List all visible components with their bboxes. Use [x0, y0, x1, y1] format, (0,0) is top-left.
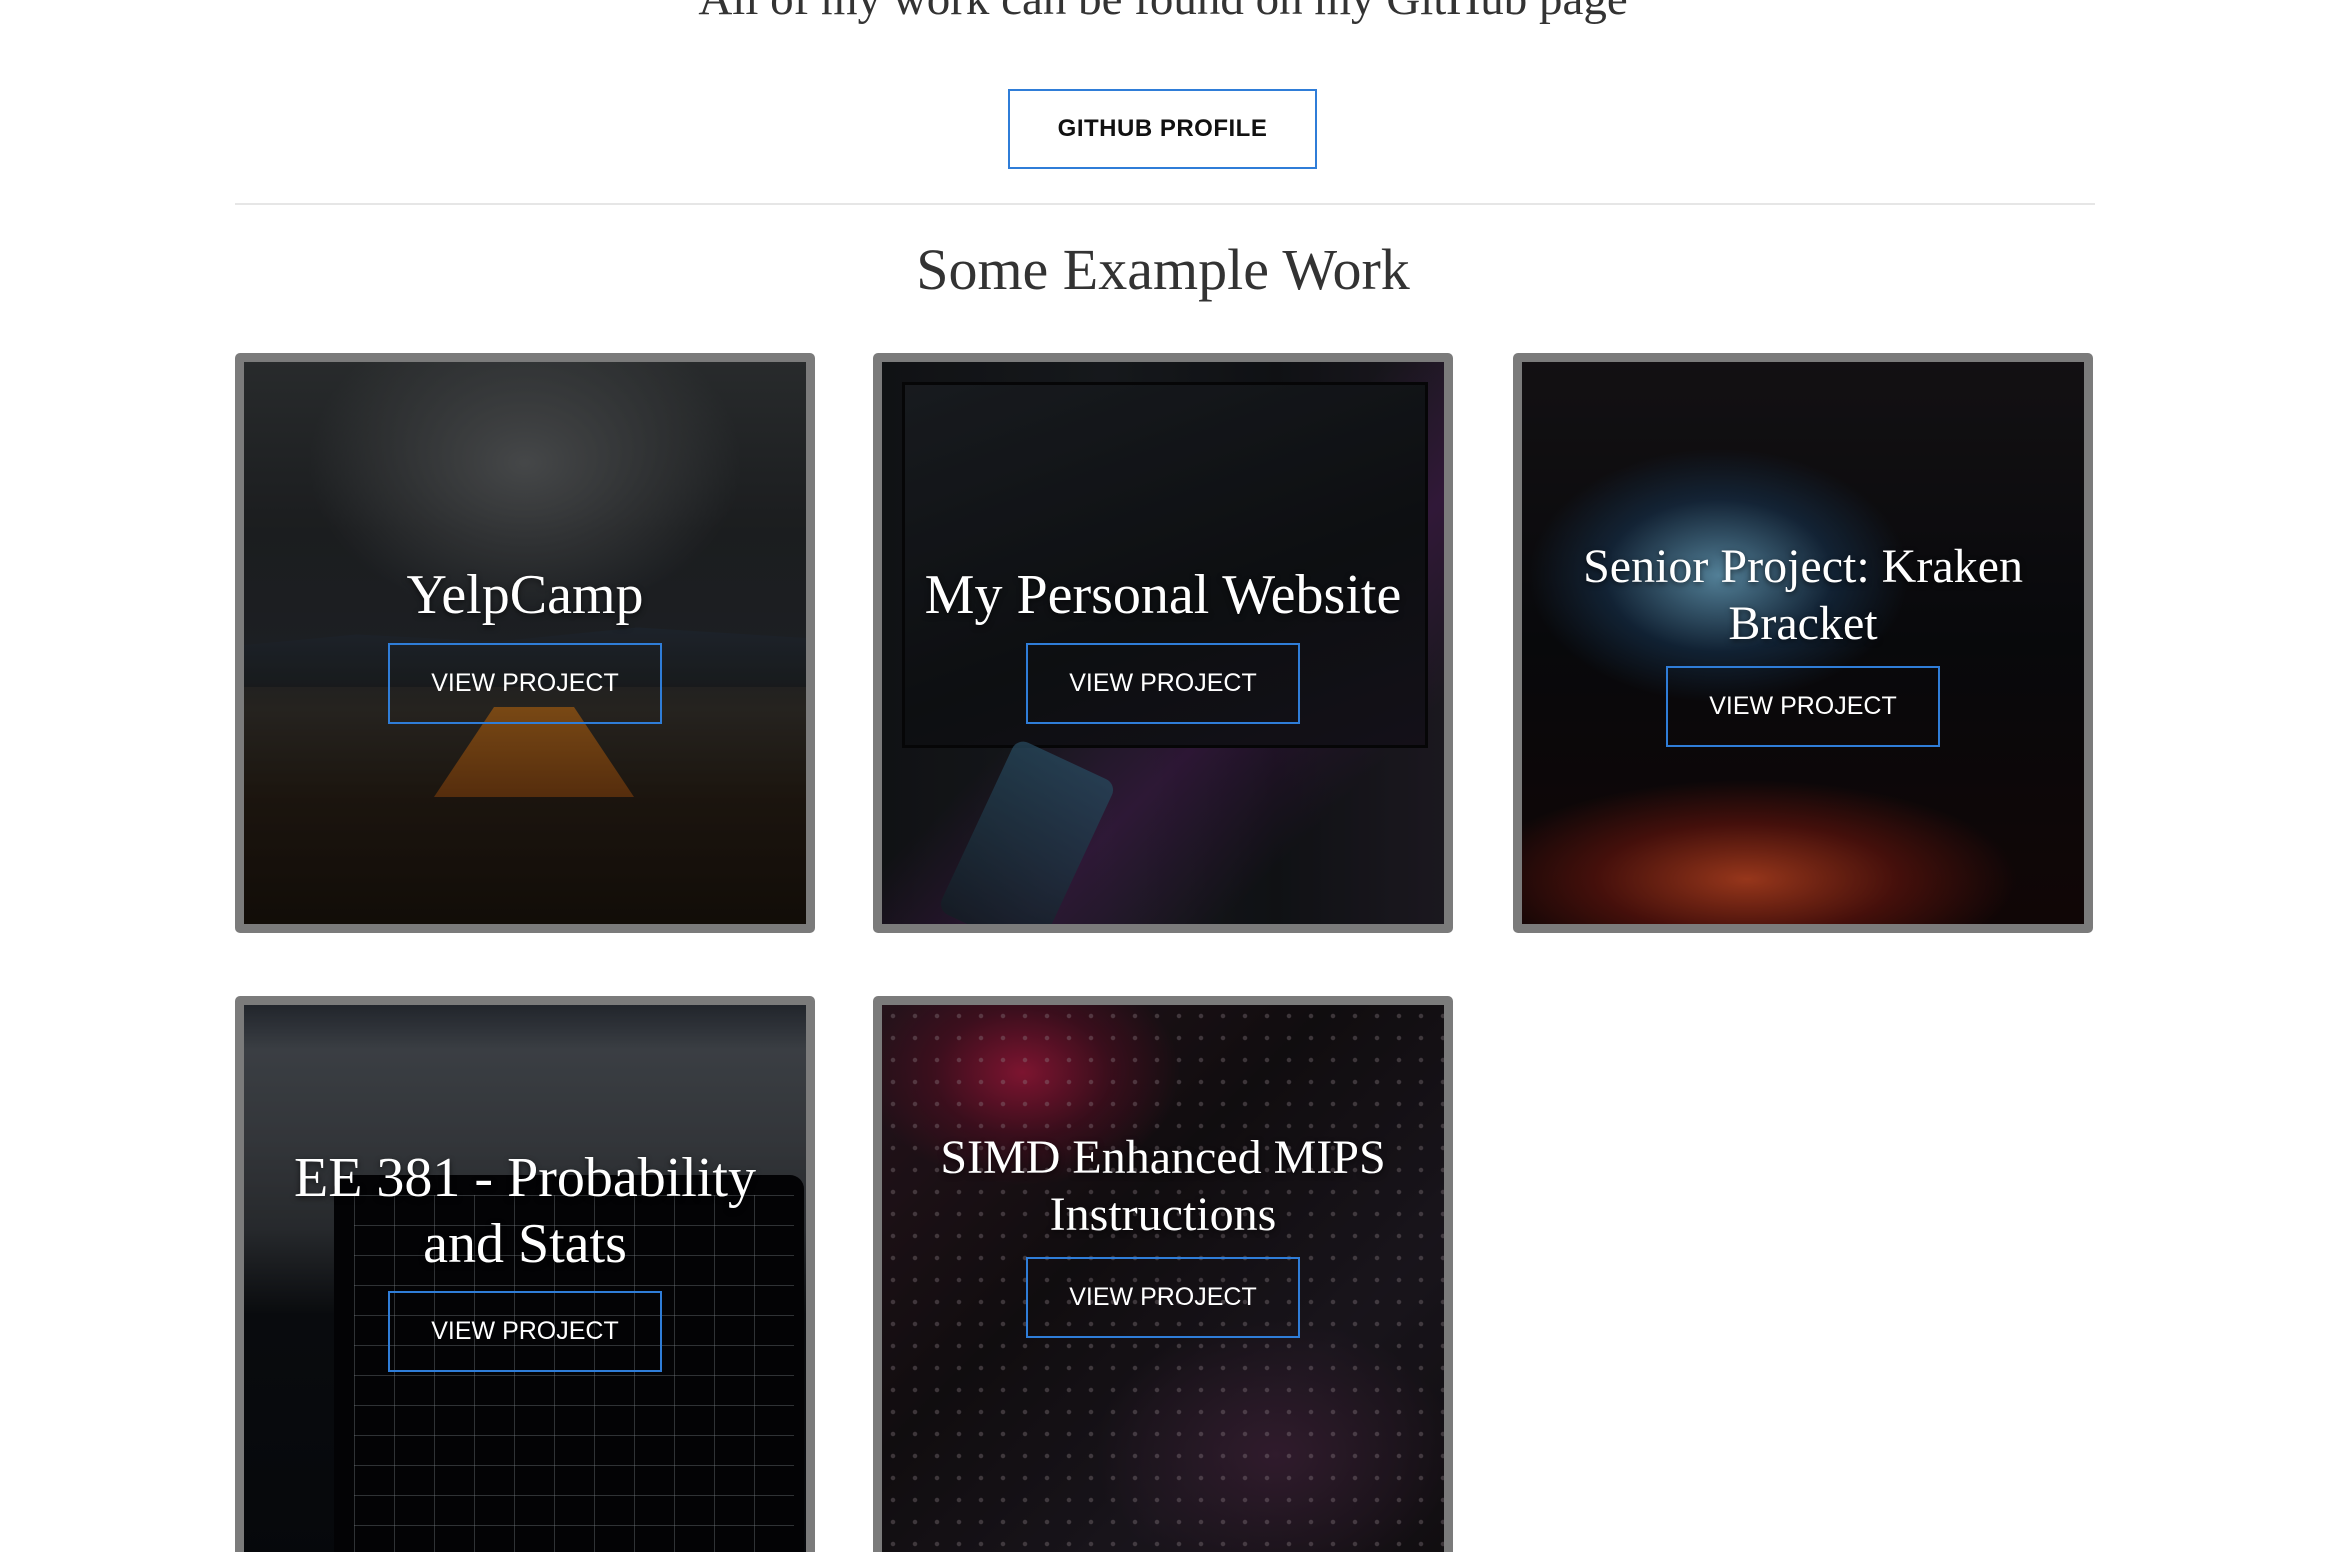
- card-content: My Personal Website VIEW PROJECT: [882, 362, 1444, 924]
- project-card-yelpcamp[interactable]: YelpCamp VIEW PROJECT: [235, 353, 815, 933]
- view-project-button[interactable]: VIEW PROJECT: [1026, 1257, 1300, 1339]
- project-card-ee381[interactable]: EE 381 - Probability and Stats VIEW PROJ…: [235, 996, 815, 1552]
- intro-text: All of my work can be found on my GitHub…: [0, 0, 2326, 26]
- github-profile-button[interactable]: GITHUB PROFILE: [1008, 89, 1317, 169]
- project-title: EE 381 - Probability and Stats: [294, 1147, 756, 1276]
- project-title: SIMD Enhanced MIPS Instructions: [940, 1131, 1386, 1241]
- project-title: YelpCamp: [406, 564, 644, 627]
- view-project-button[interactable]: VIEW PROJECT: [388, 642, 662, 724]
- project-title: My Personal Website: [924, 564, 1402, 627]
- card-content: EE 381 - Probability and Stats VIEW PROJ…: [244, 1005, 806, 1552]
- project-card-personal-website[interactable]: My Personal Website VIEW PROJECT: [873, 353, 1453, 933]
- view-project-button[interactable]: VIEW PROJECT: [1666, 666, 1940, 748]
- section-divider: [235, 203, 2095, 205]
- view-project-button[interactable]: VIEW PROJECT: [1026, 642, 1300, 724]
- card-content: SIMD Enhanced MIPS Instructions VIEW PRO…: [882, 1005, 1444, 1552]
- project-card-simd-mips[interactable]: SIMD Enhanced MIPS Instructions VIEW PRO…: [873, 996, 1453, 1552]
- section-title: Some Example Work: [916, 237, 1410, 302]
- project-title: Senior Project: Kraken Bracket: [1583, 539, 2023, 650]
- portfolio-page: All of my work can be found on my GitHub…: [0, 0, 2326, 1552]
- card-content: YelpCamp VIEW PROJECT: [244, 362, 806, 924]
- view-project-button[interactable]: VIEW PROJECT: [388, 1291, 662, 1373]
- project-card-kraken-bracket[interactable]: Senior Project: Kraken Bracket VIEW PROJ…: [1513, 353, 2093, 933]
- card-content: Senior Project: Kraken Bracket VIEW PROJ…: [1522, 362, 2084, 924]
